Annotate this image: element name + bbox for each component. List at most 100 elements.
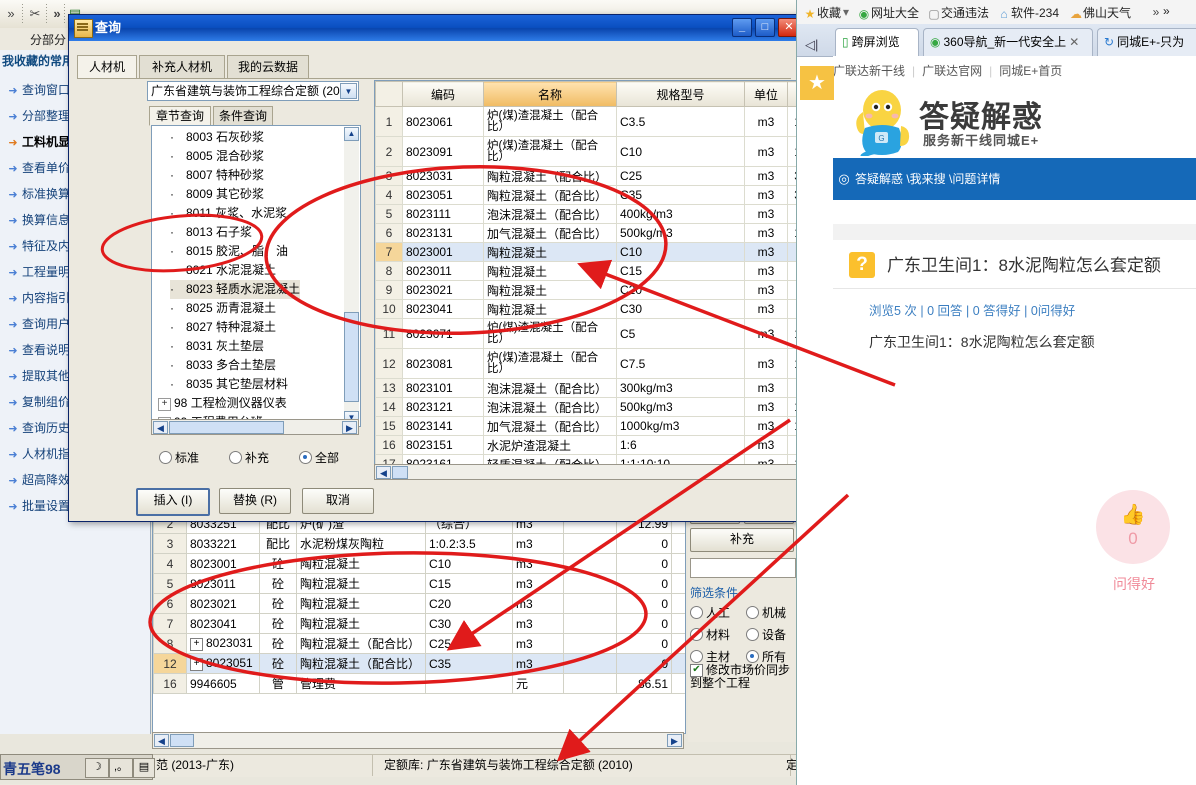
side-input-field[interactable]	[690, 558, 796, 578]
table-row[interactable]: 12+8023051砼陶粒混凝土（配合比）C35m300	[153, 653, 685, 674]
bookmark-4[interactable]: ⌂ 软件-234	[997, 4, 1059, 21]
punct-icon[interactable]: ,。	[109, 758, 133, 778]
dialog-button-1[interactable]: 替换 (R)	[219, 488, 291, 514]
table-row[interactable]: 138023101泡沫混凝土（配合比）300kg/m3m381.77	[375, 378, 833, 398]
table-row[interactable]: 88023011陶粒混凝土C15m30	[375, 261, 833, 281]
expand-icon[interactable]: +	[190, 638, 203, 651]
back-icon[interactable]: ◁|	[805, 37, 818, 53]
table-row[interactable]: 48023001 砼陶粒混凝土C10m3 00	[153, 553, 685, 574]
filter-radio-1[interactable]: 机械	[746, 604, 786, 621]
tree-node-6[interactable]: · 8015 胶泥、脂、油	[170, 242, 288, 261]
table-row[interactable]: 118023071炉(煤)渣混凝土（配合比）C5m3155.03	[375, 318, 833, 349]
table-row[interactable]: 38033221 配比水泥粉煤灰陶粒1:0.2:3.5m3 00	[153, 533, 685, 554]
bookmark-6[interactable]: »»	[1149, 4, 1170, 19]
tree-node-11[interactable]: · 8031 灰土垫层	[170, 337, 264, 356]
tree-node-9[interactable]: · 8025 沥青混凝土	[170, 299, 276, 318]
sync-market-price-checkbox[interactable]: ✔ 修改市场价同步到整个工程	[690, 664, 796, 690]
table-row[interactable]: 68023021 砼陶粒混凝土C20m3 00	[153, 593, 685, 614]
favorite-star-icon[interactable]: ★	[800, 66, 834, 100]
tree-node-7[interactable]: · 8021 水泥混凝土	[170, 261, 276, 280]
expand-icon[interactable]: +	[190, 658, 203, 671]
column-header-4[interactable]: 单位	[744, 81, 788, 107]
tree-hscroll-thumb[interactable]	[169, 421, 284, 434]
table-row[interactable]: 58023011 砼陶粒混凝土C15m3 00	[153, 573, 685, 594]
table-row[interactable]: 108023041陶粒混凝土C30m30	[375, 299, 833, 319]
dialog-tab-1[interactable]: 补充人材机	[139, 55, 225, 79]
browser-tab-0[interactable]: ▯ 跨屏浏览	[835, 28, 919, 56]
browser-tab-1[interactable]: ◉ 360导航_新一代安全上 ✕	[923, 28, 1093, 56]
dialog-tab-2[interactable]: 我的云数据	[227, 55, 309, 79]
table-row[interactable]: 38023031陶粒混凝土（配合比）C25m3363.83	[375, 166, 833, 186]
filter-radio-3[interactable]: 设备	[746, 626, 786, 643]
table-row[interactable]: 68023131加气混凝土（配合比）500kg/m3m3106.13	[375, 223, 833, 243]
table-row[interactable]: 168023151水泥炉渣混凝土1:6m30	[375, 435, 833, 455]
tree-node-12[interactable]: · 8033 多合土垫层	[170, 356, 276, 375]
scope-radio-2[interactable]: 全部	[299, 449, 339, 466]
tree-node-3[interactable]: · 8009 其它砂浆	[170, 185, 264, 204]
bookmark-3[interactable]: ▢交通违法	[927, 4, 989, 21]
chevron-down-icon[interactable]: ▼	[340, 83, 357, 99]
site-link-0[interactable]: 广联达新干线	[833, 64, 905, 78]
bookmark-2[interactable]: ◉ 网址大全	[857, 4, 919, 21]
supplement-button[interactable]: 补充	[690, 528, 794, 552]
bookmark-5[interactable]: ☁佛山天气	[1069, 4, 1131, 21]
tree-node-5[interactable]: · 8013 石子浆	[170, 223, 252, 242]
scissors-icon[interactable]: ✂	[26, 5, 44, 23]
table-row[interactable]: 28023091炉(煤)渣混凝土（配合比）C10m3182.86	[375, 136, 833, 167]
tree-node-10[interactable]: · 8027 特种混凝土	[170, 318, 276, 337]
tree-node-8[interactable]: · 8023 轻质水泥混凝土	[170, 280, 301, 299]
table-row[interactable]: 78023001陶粒混凝土C10m30	[375, 242, 833, 262]
resource-hscroll-thumb[interactable]	[392, 466, 408, 479]
dialog-tab-0[interactable]: 人材机	[77, 55, 137, 79]
chapter-tree[interactable]: · 8003 石灰砂浆 · 8005 混合砂浆 · 8007 特种砂浆 · 8009 其它砂浆…	[151, 125, 361, 427]
resource-result-grid[interactable]: 编码名称规格型号单位预算价 18023061炉(煤)渣混凝土（配合比）C3.5m…	[374, 80, 834, 465]
tree-node-0[interactable]: · 8003 石灰砂浆	[170, 128, 264, 147]
resource-grid-hscrollbar[interactable]: ◀ ▶	[374, 464, 832, 480]
tree-node-1[interactable]: · 8005 混合砂浆	[170, 147, 264, 166]
ime-toolbar[interactable]: 青五笔98 ☽ ,。 ▤	[0, 754, 155, 780]
filter-radio-2[interactable]: 材料	[690, 626, 730, 643]
scroll-up-icon[interactable]: ▲	[344, 127, 359, 141]
scroll-right-icon[interactable]: ▶	[667, 734, 682, 747]
table-row[interactable]: 58023111泡沫混凝土（配合比）400kg/m3m3113.79	[375, 204, 833, 224]
tree-node-14[interactable]: +98 工程检测仪器仪表	[158, 394, 287, 413]
vscroll-thumb[interactable]	[344, 312, 359, 402]
column-header-1[interactable]: 编码	[402, 81, 484, 107]
definition-library-combo[interactable]: 广东省建筑与装饰工程综合定额 (201 ▼	[147, 81, 359, 101]
dialog-button-2[interactable]: 取消	[302, 488, 374, 514]
maximize-button[interactable]: □	[755, 18, 775, 37]
table-row[interactable]: 98023021陶粒混凝土C20m30	[375, 280, 833, 300]
table-row[interactable]: 18023061炉(煤)渣混凝土（配合比）C3.5m3144.21	[375, 106, 833, 137]
minimize-button[interactable]: _	[732, 18, 752, 37]
scope-radio-0[interactable]: 标准	[159, 449, 199, 466]
hscroll-thumb[interactable]	[170, 734, 194, 747]
table-row[interactable]: 148023121泡沫混凝土（配合比）500kg/m3m3139.48	[375, 397, 833, 417]
table-row[interactable]: 8+8023031砼陶粒混凝土（配合比）C25m300	[153, 633, 685, 654]
filter-radio-0[interactable]: 人工	[690, 604, 730, 621]
table-row[interactable]: 48023051陶粒混凝土（配合比）C35m3361.56	[375, 185, 833, 205]
column-header-0[interactable]	[375, 81, 403, 107]
materials-grid-hscrollbar[interactable]: ◀ ▶	[152, 732, 684, 749]
site-link-1[interactable]: 广联达官网	[922, 64, 982, 78]
moon-icon[interactable]: ☽	[85, 758, 109, 778]
chevron-right-icon[interactable]: »	[2, 5, 20, 23]
expand-icon[interactable]: +	[158, 398, 171, 411]
tree-vscrollbar[interactable]: ▲ ▼	[344, 127, 359, 425]
column-header-2[interactable]: 名称	[483, 81, 617, 107]
scroll-left-icon[interactable]: ◀	[376, 466, 391, 479]
tree-node-4[interactable]: · 8011 灰浆、水泥浆	[170, 204, 287, 223]
question-vote-badge[interactable]: 👍 0	[1096, 490, 1170, 564]
tree-hscrollbar[interactable]: ◀ ▶	[151, 419, 359, 435]
close-icon[interactable]: ✕	[1069, 35, 1079, 49]
bookmark-0[interactable]: ★ 收藏	[803, 4, 841, 21]
scroll-left-icon[interactable]: ◀	[154, 734, 169, 747]
tree-node-13[interactable]: · 8035 其它垫层材料	[170, 375, 288, 394]
tree-node-2[interactable]: · 8007 特种砂浆	[170, 166, 264, 185]
table-row[interactable]: 169946605 管管理费 元 86.518.651	[153, 673, 685, 694]
table-row[interactable]: 158023141加气混凝土（配合比）1000kg/m3m3108.02	[375, 416, 833, 436]
scroll-right-icon[interactable]: ▶	[342, 421, 357, 434]
table-row[interactable]: 128023081炉(煤)渣混凝土（配合比）C7.5m3170.31	[375, 348, 833, 379]
dialog-subtab-1[interactable]: 条件查询	[213, 106, 273, 126]
materials-grid[interactable]: 10001001人综合工日工日5.90.5928033251配比炉(矿)渣（综合…	[152, 492, 686, 734]
keyboard-icon[interactable]: ▤	[133, 758, 155, 778]
